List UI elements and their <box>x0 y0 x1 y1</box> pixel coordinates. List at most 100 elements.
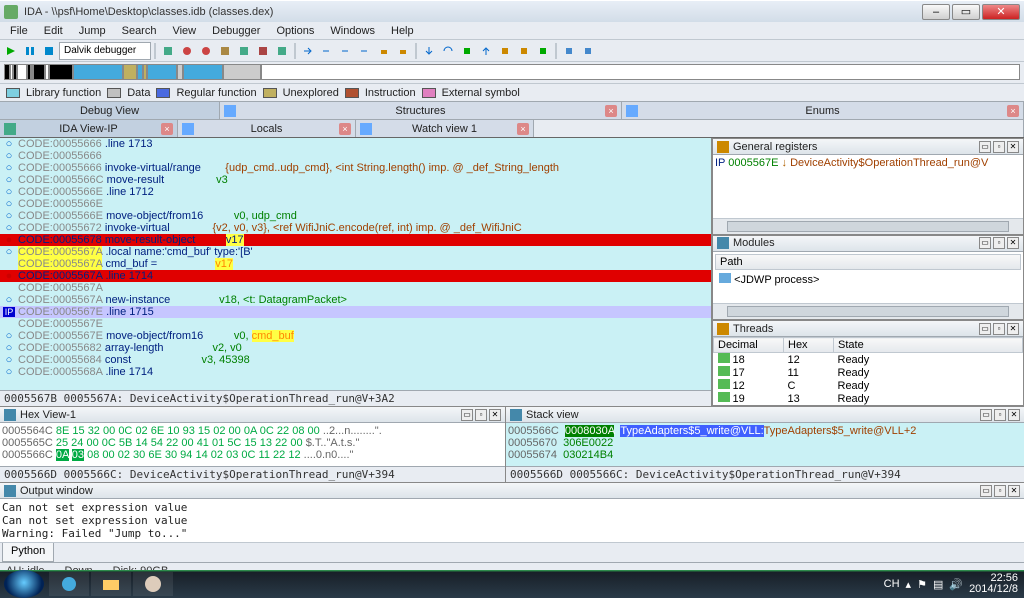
run-button[interactable] <box>2 42 20 60</box>
close-button[interactable]: ✕ <box>982 4 1020 20</box>
close-icon[interactable]: × <box>517 123 529 135</box>
tool-icon[interactable] <box>254 42 272 60</box>
menu-windows[interactable]: Windows <box>322 25 383 37</box>
table-row[interactable]: <JDWP process> <box>715 272 1021 287</box>
close-icon[interactable]: × <box>339 123 351 135</box>
menu-file[interactable]: File <box>2 25 36 37</box>
panel-restore-button[interactable]: ▭ <box>980 409 992 421</box>
run-to-icon[interactable] <box>458 42 476 60</box>
menu-view[interactable]: View <box>164 25 204 37</box>
step-icon[interactable] <box>356 42 374 60</box>
panel-header[interactable]: Stack view ▭ ▫ ✕ <box>506 407 1024 423</box>
tool-icon[interactable] <box>159 42 177 60</box>
panel-restore-button[interactable]: ▭ <box>461 409 473 421</box>
tool-icon[interactable] <box>235 42 253 60</box>
panel-pin-button[interactable]: ▫ <box>994 485 1006 497</box>
step-icon[interactable] <box>299 42 317 60</box>
menu-edit[interactable]: Edit <box>36 25 71 37</box>
panel-close-button[interactable]: ✕ <box>1008 409 1020 421</box>
step-icon[interactable] <box>375 42 393 60</box>
panel-restore-button[interactable]: ▭ <box>979 141 991 153</box>
panel-restore-button[interactable]: ▭ <box>979 237 991 249</box>
tab-structures[interactable]: Structures× <box>220 102 622 119</box>
panel-pin-button[interactable]: ▫ <box>993 323 1005 335</box>
tool-icon[interactable] <box>560 42 578 60</box>
panel-header[interactable]: Output window ▭ ▫ ✕ <box>0 483 1024 499</box>
panel-pin-button[interactable]: ▫ <box>993 237 1005 249</box>
output-body[interactable]: Can not set expression value Can not set… <box>0 499 1024 542</box>
tool-icon[interactable] <box>496 42 514 60</box>
panel-header[interactable]: General registers ▭ ▫ ✕ <box>713 139 1023 155</box>
menu-options[interactable]: Options <box>268 25 322 37</box>
tab-debug-view[interactable]: Debug View <box>0 102 220 119</box>
panel-header[interactable]: Modules ▭ ▫ ✕ <box>713 236 1023 252</box>
taskbar-app[interactable] <box>133 572 173 596</box>
panel-restore-button[interactable]: ▭ <box>979 323 991 335</box>
tray-flag-icon[interactable]: ⚑ <box>917 578 927 591</box>
panel-close-button[interactable]: ✕ <box>1007 323 1019 335</box>
tray-lang[interactable]: CH <box>884 578 900 590</box>
tool-icon[interactable] <box>216 42 234 60</box>
col-state[interactable]: State <box>834 338 1023 353</box>
taskbar-ie[interactable] <box>49 572 89 596</box>
tab-ida-view[interactable]: IDA View-IP× <box>0 120 178 137</box>
panel-header[interactable]: Hex View-1 ▭ ▫ ✕ <box>0 407 505 423</box>
tab-locals[interactable]: Locals× <box>178 120 356 137</box>
step-into-icon[interactable] <box>420 42 438 60</box>
pause-button[interactable] <box>21 42 39 60</box>
stop-button[interactable] <box>40 42 58 60</box>
panel-pin-button[interactable]: ▫ <box>993 141 1005 153</box>
output-tab-python[interactable]: Python <box>2 543 54 562</box>
menu-jump[interactable]: Jump <box>71 25 114 37</box>
tray-volume-icon[interactable]: 🔊 <box>949 578 963 591</box>
panel-close-button[interactable]: ✕ <box>1008 485 1020 497</box>
scrollbar[interactable] <box>713 303 1023 319</box>
step-icon[interactable] <box>318 42 336 60</box>
menu-help[interactable]: Help <box>383 25 422 37</box>
panel-close-button[interactable]: ✕ <box>1007 141 1019 153</box>
panel-close-button[interactable]: ✕ <box>489 409 501 421</box>
step-icon[interactable] <box>337 42 355 60</box>
panel-pin-button[interactable]: ▫ <box>994 409 1006 421</box>
navigation-band[interactable] <box>0 62 1024 84</box>
taskbar-explorer[interactable] <box>91 572 131 596</box>
tool-icon[interactable] <box>515 42 533 60</box>
tray-clock[interactable]: 22:56 2014/12/8 <box>969 573 1018 595</box>
menu-debugger[interactable]: Debugger <box>204 25 268 37</box>
step-icon[interactable] <box>394 42 412 60</box>
panel-restore-button[interactable]: ▭ <box>980 485 992 497</box>
tool-icon[interactable] <box>273 42 291 60</box>
table-row[interactable]: 1812Ready <box>714 353 1023 367</box>
hex-body[interactable]: 0005564C 8E 15 32 00 0C 02 6E 10 93 15 0… <box>0 423 505 466</box>
step-over-icon[interactable] <box>439 42 457 60</box>
panel-header[interactable]: Threads ▭ ▫ ✕ <box>713 321 1023 337</box>
step-out-icon[interactable] <box>477 42 495 60</box>
tab-watch[interactable]: Watch view 1× <box>356 120 534 137</box>
tab-enums[interactable]: Enums× <box>622 102 1024 119</box>
start-button[interactable] <box>4 570 44 598</box>
col-path[interactable]: Path <box>715 254 1021 270</box>
col-decimal[interactable]: Decimal <box>714 338 784 353</box>
maximize-button[interactable]: ▭ <box>952 4 980 20</box>
panel-pin-button[interactable]: ▫ <box>475 409 487 421</box>
tool-icon[interactable] <box>197 42 215 60</box>
tool-icon[interactable] <box>534 42 552 60</box>
tool-icon[interactable] <box>579 42 597 60</box>
minimize-button[interactable]: – <box>922 4 950 20</box>
tool-icon[interactable] <box>178 42 196 60</box>
debugger-combo[interactable]: Dalvik debugger <box>59 42 151 60</box>
tray-network-icon[interactable]: ▤ <box>933 578 943 591</box>
table-row[interactable]: 1711Ready <box>714 366 1023 379</box>
menu-search[interactable]: Search <box>114 25 165 37</box>
close-icon[interactable]: × <box>605 105 617 117</box>
scrollbar[interactable] <box>713 218 1023 234</box>
stack-body[interactable]: 0005566C 0008030A TypeAdapters$5_write@V… <box>506 423 1024 466</box>
close-icon[interactable]: × <box>161 123 173 135</box>
panel-close-button[interactable]: ✕ <box>1007 237 1019 249</box>
col-hex[interactable]: Hex <box>784 338 834 353</box>
disassembly-view[interactable]: ○CODE:00055666 .line 1713 ○CODE:00055666… <box>0 138 711 390</box>
table-row[interactable]: 12CReady <box>714 379 1023 392</box>
tray-chevron-icon[interactable]: ▴ <box>906 578 912 591</box>
close-icon[interactable]: × <box>1007 105 1019 117</box>
table-row[interactable]: 1913Ready <box>714 392 1023 405</box>
